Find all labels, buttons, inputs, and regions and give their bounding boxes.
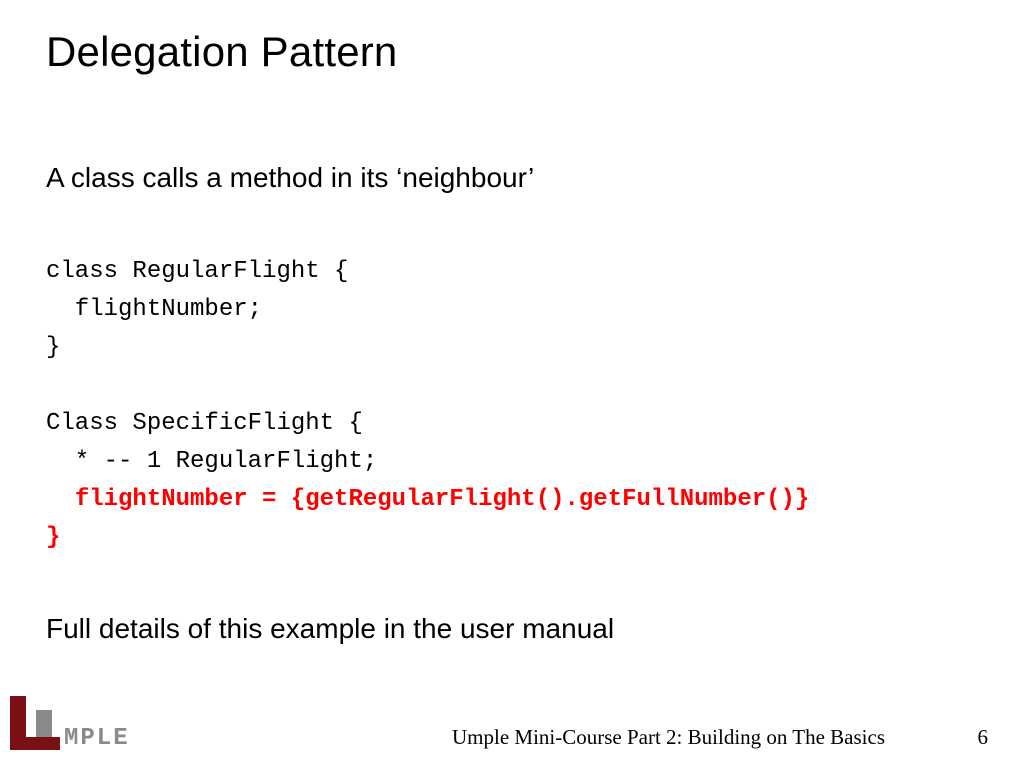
closing-text: Full details of this example in the user… xyxy=(46,613,976,645)
footer: MPLE Umple Mini-Course Part 2: Building … xyxy=(0,708,1024,756)
code-line: } xyxy=(46,334,60,361)
code-line: class RegularFlight { xyxy=(46,258,348,285)
code-block: class RegularFlight { flightNumber; } Cl… xyxy=(46,253,976,557)
slide-title: Delegation Pattern xyxy=(46,28,398,76)
code-line: flightNumber; xyxy=(46,296,262,323)
logo-base-icon xyxy=(10,737,60,750)
logo-text: MPLE xyxy=(64,725,130,752)
page-number: 6 xyxy=(978,725,989,750)
slide: Delegation Pattern A class calls a metho… xyxy=(0,0,1024,768)
umple-logo: MPLE xyxy=(6,694,146,752)
lead-text: A class calls a method in its ‘neighbour… xyxy=(46,160,976,195)
code-highlight: flightNumber = {getRegularFlight().getFu… xyxy=(75,486,810,513)
slide-body: A class calls a method in its ‘neighbour… xyxy=(46,160,976,645)
code-indent xyxy=(46,486,75,513)
code-line: * -- 1 RegularFlight; xyxy=(46,448,377,475)
code-highlight: } xyxy=(46,524,60,551)
footer-course: Umple Mini-Course Part 2: Building on Th… xyxy=(452,725,885,750)
code-line: Class SpecificFlight { xyxy=(46,410,363,437)
